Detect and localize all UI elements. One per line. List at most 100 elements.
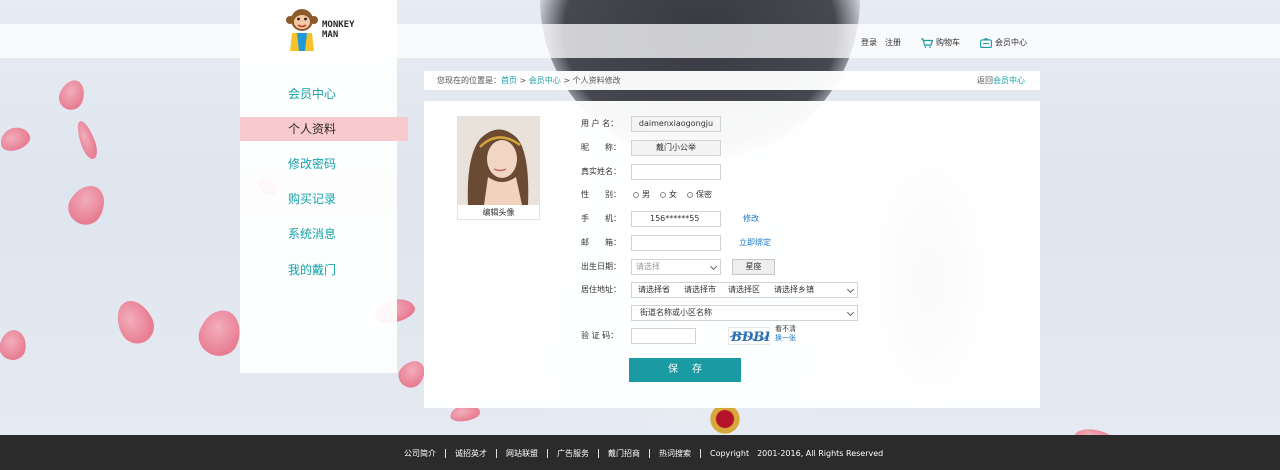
captcha-picture-icon: BDBE	[729, 330, 775, 345]
footer: 公司简介 诚招英才 网站联盟 广告服务 戴门招商 热词搜索 Copyright …	[0, 435, 1280, 470]
footer-divider	[445, 449, 446, 458]
sidebar-item-system-messages[interactable]: 系统消息	[240, 222, 397, 246]
username-field: daimenxiaogongju	[631, 116, 721, 132]
avatar-image	[458, 117, 539, 205]
logo-line-2: MAN	[322, 30, 339, 40]
gender-option-label: 保密	[696, 190, 712, 199]
gender-radio-secret[interactable]: 保密	[687, 186, 712, 204]
cart-link[interactable]: 购物车	[921, 37, 960, 48]
footer-link-about[interactable]: 公司简介	[404, 448, 436, 459]
footer-link-careers[interactable]: 诚招英才	[455, 448, 487, 459]
gender-radio-female[interactable]: 女	[660, 186, 677, 204]
logo-line-1: MONKEY	[322, 20, 355, 30]
footer-divider	[547, 449, 548, 458]
email-bind-link[interactable]: 立即绑定	[739, 234, 771, 252]
gender-option-label: 男	[642, 190, 650, 199]
nickname-label: 昵 称：	[581, 143, 621, 152]
footer-divider	[496, 449, 497, 458]
petal	[73, 118, 101, 162]
login-link[interactable]: 登录	[861, 37, 877, 48]
cart-label: 购物车	[936, 38, 960, 47]
district-select[interactable]: 请选择区	[728, 283, 760, 297]
edit-avatar-label: 编辑头像	[482, 208, 515, 217]
member-card-icon	[980, 37, 992, 48]
cart-icon	[921, 37, 933, 48]
register-link[interactable]: 注册	[885, 37, 901, 48]
member-center-link[interactable]: 会员中心	[980, 37, 1027, 48]
sidebar: 会员中心 个人资料 修改密码 购买记录 系统消息 我的戴门	[240, 58, 408, 373]
zodiac-button[interactable]: 星座	[732, 259, 775, 275]
radio-circle-icon	[660, 192, 666, 198]
petal	[110, 294, 160, 350]
footer-divider	[598, 449, 599, 458]
birthday-label: 出生日期：	[581, 262, 621, 271]
email-label: 邮 箱：	[581, 238, 621, 247]
birthday-placeholder: 请选择	[636, 262, 660, 271]
city-select[interactable]: 请选择市	[684, 283, 716, 297]
address-label: 居住地址：	[581, 285, 621, 294]
chevron-down-icon	[846, 308, 855, 317]
captcha-input[interactable]	[631, 328, 696, 344]
street-input[interactable]: 街道名称或小区名称	[631, 305, 858, 321]
phone-label: 手 机：	[581, 214, 621, 223]
gender-label: 性 别：	[581, 190, 621, 199]
breadcrumb-prefix: 您现在的位置是：	[437, 76, 501, 85]
gender-radio-male[interactable]: 男	[633, 186, 650, 204]
avatar-editor[interactable]: 编辑头像	[457, 116, 540, 220]
breadcrumb-path: 您现在的位置是：首页 > 会员中心 > 个人资料修改	[437, 71, 621, 90]
profile-form-panel: 编辑头像 用 户 名： daimenxiaogongju 昵 称： 戴门小公举 …	[424, 101, 1040, 408]
footer-divider	[700, 449, 701, 458]
radio-circle-icon	[633, 192, 639, 198]
site-logo[interactable]: MONKEY MAN	[285, 7, 355, 53]
username-label: 用 户 名：	[581, 119, 619, 128]
back-to-member-center: 返回会员中心	[977, 71, 1025, 90]
petal	[62, 179, 112, 231]
gender-option-label: 女	[669, 190, 677, 199]
nickname-field[interactable]: 戴门小公举	[631, 140, 721, 156]
realname-field[interactable]	[631, 164, 721, 180]
street-placeholder: 街道名称或小区名称	[640, 308, 712, 317]
petal	[0, 327, 29, 363]
captcha-label: 验 证 码：	[581, 331, 619, 340]
chevron-down-icon	[846, 285, 855, 294]
member-center-label: 会员中心	[995, 38, 1027, 47]
footer-link-advertising[interactable]: 广告服务	[557, 448, 589, 459]
captcha-refresh-line1: 看不清	[775, 325, 796, 333]
sidebar-item-profile[interactable]: 个人资料	[240, 117, 408, 141]
footer-link-hot-search[interactable]: 热词搜索	[659, 448, 691, 459]
footer-link-franchise[interactable]: 戴门招商	[608, 448, 640, 459]
email-field[interactable]	[631, 235, 721, 251]
phone-modify-link[interactable]: 修改	[743, 210, 759, 228]
captcha-refresh-link[interactable]: 换一张	[775, 334, 796, 343]
phone-field[interactable]: 156******55	[631, 211, 721, 227]
radio-circle-icon	[687, 192, 693, 198]
monkey-logo-icon	[286, 9, 318, 51]
breadcrumb-member-link[interactable]: 会员中心	[529, 76, 561, 85]
petal	[55, 76, 89, 114]
sidebar-item-my-daimen[interactable]: 我的戴门	[240, 258, 397, 282]
captcha-refresh[interactable]: 看不清 换一张	[775, 325, 796, 343]
petal	[193, 304, 247, 362]
footer-copyright: Copyright 2001-2016, All Rights Reserved	[710, 449, 884, 458]
avatar-portrait-icon	[458, 117, 539, 205]
breadcrumb-home-link[interactable]: 首页	[501, 76, 517, 85]
footer-link-affiliates[interactable]: 网站联盟	[506, 448, 538, 459]
breadcrumb-separator: >	[517, 76, 529, 85]
breadcrumb-current: 个人资料修改	[572, 76, 621, 85]
address-region-select[interactable]: 请选择省 请选择市 请选择区 请选择乡镇	[631, 282, 858, 298]
save-button[interactable]: 保存	[629, 358, 741, 382]
footer-links: 公司简介 诚招英才 网站联盟 广告服务 戴门招商 热词搜索 Copyright …	[404, 448, 883, 459]
captcha-image[interactable]: BDBE	[728, 327, 775, 345]
breadcrumb-separator: >	[560, 76, 573, 85]
sidebar-item-member-center[interactable]: 会员中心	[240, 82, 397, 106]
breadcrumb: 您现在的位置是：首页 > 会员中心 > 个人资料修改 返回会员中心	[424, 71, 1040, 90]
petal	[0, 123, 33, 155]
town-select[interactable]: 请选择乡镇	[774, 283, 814, 297]
realname-label: 真实姓名：	[581, 167, 621, 176]
birthday-select[interactable]: 请选择	[631, 259, 721, 275]
sidebar-item-purchase-history[interactable]: 购买记录	[240, 187, 397, 211]
logo-wordmark: MONKEY MAN	[322, 20, 355, 40]
province-select[interactable]: 请选择省	[638, 283, 670, 297]
back-member-center-link[interactable]: 会员中心	[993, 76, 1025, 85]
sidebar-item-change-password[interactable]: 修改密码	[240, 152, 397, 176]
